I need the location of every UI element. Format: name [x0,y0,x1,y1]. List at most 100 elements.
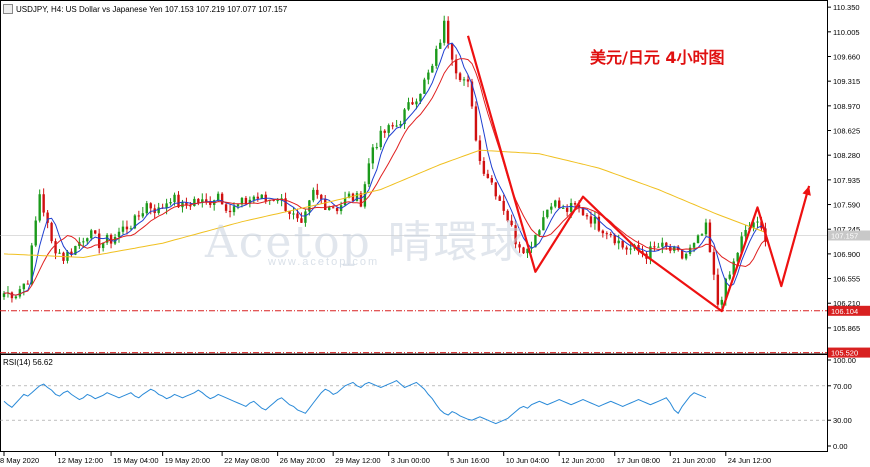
candle-body [121,226,125,232]
candle-body [375,147,378,149]
candle-body [696,235,700,244]
rsi-pane-frame [0,354,828,452]
candle-body [97,233,101,249]
watermark-url: www.acetop.com [268,256,380,268]
candle-body [125,226,129,230]
time-tick-label: 22 May 08:00 [224,456,269,465]
candle-body [454,59,458,74]
price-tick-label: 108.625 [833,127,860,136]
candle-body [458,73,462,81]
candle-body [82,241,85,243]
candle-body [18,289,22,297]
candle-body [94,230,97,234]
candle-body [431,65,434,73]
candle-body [744,229,747,237]
current-price-label: 107.157 [831,231,858,240]
candle-body [700,234,704,236]
price-tick-label: 107.590 [833,201,860,210]
candle-body [443,20,446,43]
candle-body [343,197,347,206]
candle-body [169,202,172,204]
candle-body [657,246,660,248]
candle-body [395,125,398,127]
candle-body [2,293,6,297]
candle-body [498,196,501,201]
candle-body [58,252,61,254]
time-tick-label: 17 Jun 08:00 [617,456,660,465]
rsi-tick-label: 100.00 [833,356,856,365]
chart-annotation: 美元/日元 4小时图 [590,48,725,67]
time-tick-label: 8 May 2020 [0,456,39,465]
candle-body [387,125,390,133]
candle-body [367,163,371,185]
candle-body [629,248,632,250]
candle-body [411,102,414,105]
candle-body [42,194,45,213]
candle-body [145,203,148,214]
price-tick-label: 106.210 [833,299,860,308]
candle-body [573,203,577,205]
candle-body [609,234,612,236]
candle-body [466,79,470,82]
chart-header: USDJPY, H4: US Dollar vs Japanese Yen 10… [3,3,287,15]
candle-body [435,48,438,66]
candle-body [474,106,478,141]
time-tick-label: 19 May 20:00 [165,456,210,465]
time-tick-label: 5 Jun 16:00 [450,456,489,465]
candle-body [34,220,37,246]
candle-body [50,222,53,242]
candle-body [494,182,497,197]
candle-body [462,79,466,81]
time-tick-label: 12 May 12:00 [58,456,103,465]
price-tick-label: 106.900 [833,250,860,259]
time-tick-label: 15 May 04:00 [113,456,158,465]
candle-body [490,178,493,183]
symbol-title: USDJPY, H4: US Dollar vs Japanese Yen 10… [16,4,288,14]
candle-body [117,231,121,238]
time-tick-label: 21 Jun 20:00 [672,456,715,465]
price-tick-label: 107.935 [833,176,860,185]
candle-body [482,160,486,174]
rsi-tick-label: 30.00 [833,416,852,425]
candle-body [256,196,260,199]
candle-body [244,197,248,204]
time-tick-label: 10 Jun 04:00 [506,456,549,465]
candle-body [54,241,57,254]
candle-body [439,42,442,49]
candle-body [312,189,315,201]
price-tick-label: 106.555 [833,275,860,284]
candle-body [542,217,545,231]
candle-body [177,194,180,208]
candle-body [173,194,176,203]
time-tick-label: 29 May 12:00 [335,456,380,465]
candle-body [585,215,589,217]
candle-body [554,200,557,207]
time-tick-label: 12 Jun 20:00 [561,456,604,465]
candle-body [546,209,549,218]
price-tick-label: 110.350 [833,3,860,12]
price-tick-label: 109.660 [833,52,860,61]
candle-body [589,216,593,224]
candle-body [538,230,541,235]
candle-body [149,203,152,209]
chart-menu-icon[interactable] [3,4,13,14]
candle-body [316,189,319,195]
candle-body [617,240,620,244]
candle-body [216,193,220,201]
candle-body [716,274,720,305]
candle-body [407,102,410,110]
candle-body [197,198,200,203]
candle-body [22,283,26,290]
candle-body [10,292,14,299]
candle-body [252,196,256,200]
candle-body [14,296,18,299]
candle-body [450,43,454,60]
candle-body [371,147,375,164]
price-tick-label: 109.315 [833,77,860,86]
rsi-line [3,380,707,425]
candle-body [141,213,145,217]
candle-body [276,200,279,202]
rsi-tick-label: 70.00 [833,382,852,391]
time-tick-label: 24 Jun 12:00 [728,456,771,465]
candle-body [446,20,450,44]
